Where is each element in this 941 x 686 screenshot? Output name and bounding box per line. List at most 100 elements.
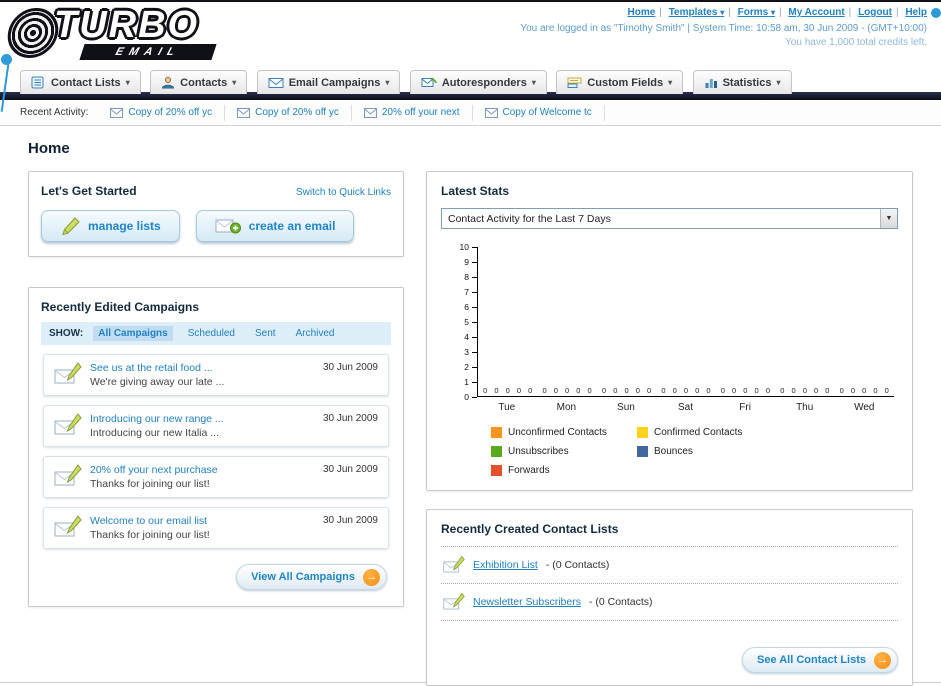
legend-item: Forwards: [491, 465, 637, 476]
contact-list-count: - (0 Contacts): [588, 596, 653, 608]
header-link-help[interactable]: Help: [905, 7, 927, 18]
header-link-my-account[interactable]: My Account: [788, 7, 844, 18]
switch-to-quick-links[interactable]: Switch to Quick Links: [296, 187, 391, 198]
bar-group: 0 0 0 0 0: [775, 247, 834, 396]
tab-email-campaigns[interactable]: Email Campaigns ▾: [256, 70, 401, 94]
envelope-plus-icon: [215, 219, 241, 234]
contact-list-icon: [31, 76, 44, 89]
campaign-filter-scheduled[interactable]: Scheduled: [183, 326, 240, 341]
x-axis-label: Mon: [556, 402, 577, 413]
campaign-title-link[interactable]: See us at the retail food ...: [90, 362, 315, 374]
header-link-logout[interactable]: Logout: [858, 7, 892, 18]
legend-label: Unconfirmed Contacts: [508, 427, 607, 438]
campaign-title-link[interactable]: 20% off your next purchase: [90, 464, 315, 476]
chevron-down-icon: ▾: [125, 78, 130, 87]
legend-swatch: [637, 427, 648, 438]
legend-label: Forwards: [508, 465, 550, 476]
header-link-forms[interactable]: Forms ▾: [738, 7, 775, 18]
custom-field-icon: [567, 77, 582, 88]
tab-statistics[interactable]: Statistics ▾: [692, 70, 792, 94]
recent-activity-item[interactable]: Copy of 20% off yc: [225, 104, 352, 121]
header-right: Home | Templates ▾ | Forms ▾ | My Account | …: [520, 7, 927, 48]
chevron-down-icon: ▾: [776, 78, 781, 87]
recent-activity-item[interactable]: Copy of 20% off yc: [98, 104, 226, 121]
x-axis-label: Sat: [678, 402, 694, 413]
arrow-right-icon: →: [363, 568, 380, 586]
x-axis-label: Wed: [854, 402, 875, 413]
legend-item: Bounces: [637, 446, 783, 457]
contact-lists-list: Exhibition List - (0 Contacts) Newslette…: [441, 546, 898, 621]
header-link-templates[interactable]: Templates ▾: [669, 7, 725, 18]
contact-person-icon: [162, 76, 175, 89]
bar-group: 0 0 0 0 0: [656, 247, 715, 396]
legend-swatch: [491, 465, 502, 476]
recent-activity-item[interactable]: 20% off your next: [352, 104, 473, 121]
stats-period-value: Contact Activity for the Last 7 Days: [448, 212, 611, 225]
tab-autoresponders[interactable]: Autoresponders ▾: [409, 70, 547, 94]
chevron-down-icon: ▾: [385, 78, 390, 87]
tab-contact-lists[interactable]: Contact Lists ▾: [20, 70, 141, 94]
header-links: Home | Templates ▾ | Forms ▾ | My Account | …: [520, 7, 928, 18]
campaign-date: 30 Jun 2009: [322, 362, 378, 373]
create-an-email-button[interactable]: create an email: [195, 210, 355, 242]
campaign-list-item[interactable]: See us at the retail food ... We're givi…: [43, 354, 389, 396]
x-axis-label: Thu: [796, 402, 814, 413]
campaign-filter-sent[interactable]: Sent: [250, 326, 281, 341]
bar-value-labels: 0 0 0 0 0: [720, 386, 770, 395]
x-labels: Tue Mon Sun Sat Fri Thu Wed: [477, 397, 894, 413]
envelope-pencil-icon: [54, 413, 82, 435]
legend-item: Confirmed Contacts: [637, 427, 783, 438]
main-content: Home Let's Get Started Switch to Quick L…: [0, 126, 941, 686]
envelope-pencil-icon: [54, 464, 82, 486]
contact-lists-panel-title: Recently Created Contact Lists: [441, 522, 619, 536]
legend-label: Confirmed Contacts: [654, 427, 743, 438]
legend-item: Unsubscribes: [491, 446, 637, 457]
bar-group: 0 0 0 0 0: [537, 247, 596, 396]
legend-swatch: [637, 446, 648, 457]
envelope-icon: [363, 107, 377, 118]
recent-activity-item[interactable]: Copy of Welcome tc: [473, 104, 605, 121]
autoresponder-icon: [421, 78, 437, 87]
arrow-right-icon: →: [874, 651, 891, 669]
stats-period-select[interactable]: Contact Activity for the Last 7 Days ▼: [441, 208, 898, 229]
session-info: You are logged in as "Timothy Smith" | S…: [520, 23, 927, 34]
chevron-down-icon: ▾: [770, 8, 775, 17]
x-axis-label: Sun: [617, 402, 635, 413]
contact-list-item[interactable]: Exhibition List - (0 Contacts): [441, 547, 898, 584]
logo-word-email: EMAIL: [113, 46, 183, 58]
contact-list-item[interactable]: Newsletter Subscribers - (0 Contacts): [441, 584, 898, 621]
chevron-down-icon: ▼: [880, 209, 897, 228]
recent-activity-label: Recent Activity:: [20, 107, 89, 118]
show-label: SHOW:: [49, 328, 84, 339]
campaign-date: 30 Jun 2009: [322, 464, 378, 475]
contact-list-link[interactable]: Exhibition List: [473, 559, 538, 571]
campaign-filter-archived[interactable]: Archived: [291, 326, 340, 341]
legend-label: Bounces: [654, 446, 693, 457]
recently-created-contact-lists-panel: Recently Created Contact Lists Exhibitio…: [426, 509, 913, 686]
view-all-campaigns-button[interactable]: View All Campaigns →: [236, 564, 387, 590]
header-link-home[interactable]: Home: [628, 7, 656, 18]
contact-list-link[interactable]: Newsletter Subscribers: [473, 596, 581, 608]
separator: |: [659, 7, 662, 18]
recent-activity-bar: Recent Activity: Copy of 20% off yc Copy…: [0, 100, 941, 126]
envelope-icon: [237, 107, 251, 118]
chart-legend: Unconfirmed Contacts Confirmed Contacts Un…: [491, 427, 894, 476]
envelope-icon: [110, 107, 124, 118]
y-axis: 10 9 8 7 6 5 4 3 2 1 0: [451, 242, 477, 402]
campaign-title-link[interactable]: Welcome to our email list: [90, 515, 315, 527]
bar-value-labels: 0 0 0 0 0: [542, 386, 592, 395]
tab-contacts[interactable]: Contacts ▾: [150, 70, 248, 94]
see-all-contact-lists-button[interactable]: See All Contact Lists →: [741, 647, 898, 673]
credits-info: You have 1,000 total credits left.: [785, 37, 927, 48]
x-axis-label: Fri: [739, 402, 751, 413]
left-column: Let's Get Started Switch to Quick Links …: [28, 171, 404, 607]
campaign-title-link[interactable]: Introducing our new range ...: [90, 413, 315, 425]
tab-custom-fields[interactable]: Custom Fields ▾: [556, 70, 684, 94]
recently-edited-campaigns-panel: Recently Edited Campaigns SHOW: All Camp…: [28, 287, 404, 607]
campaign-filter-all[interactable]: All Campaigns: [93, 326, 173, 341]
campaign-list-item[interactable]: 20% off your next purchase Thanks for jo…: [43, 456, 389, 498]
manage-lists-button[interactable]: manage lists: [41, 210, 180, 242]
campaign-list-item[interactable]: Introducing our new range ... Introducin…: [43, 405, 389, 447]
campaign-subtitle: Thanks for joining our list!: [90, 529, 210, 541]
campaign-list-item[interactable]: Welcome to our email list Thanks for joi…: [43, 507, 389, 549]
